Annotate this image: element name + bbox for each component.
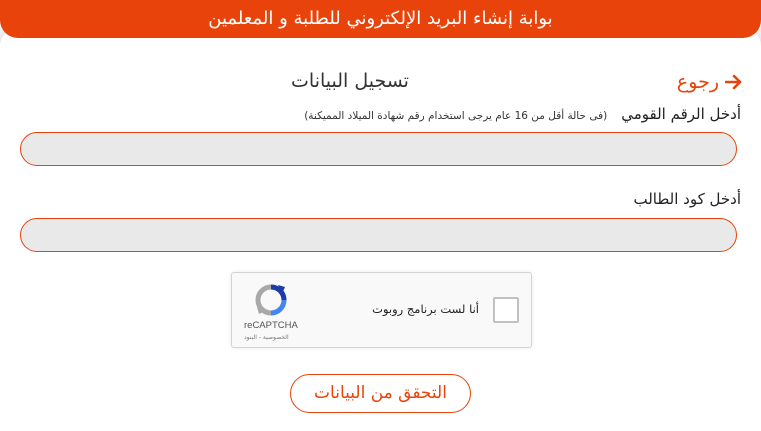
national-id-label: أدخل الرقم القومي (فى حالة أقل من 16 عام… [304,105,741,123]
national-id-label-text: أدخل الرقم القومي [621,105,741,123]
student-code-input[interactable] [20,218,737,252]
recaptcha-logo-icon [254,283,288,321]
recaptcha-brand: reCAPTCHA [244,320,298,331]
national-id-input[interactable] [20,132,737,166]
header-title: بوابة إنشاء البريد الإلكتروني للطلبة و ا… [208,8,553,29]
verify-data-button[interactable]: التحقق من البيانات [290,374,471,413]
header-banner: بوابة إنشاء البريد الإلكتروني للطلبة و ا… [0,0,761,38]
arrow-right-icon [725,74,743,90]
student-code-label: أدخل كود الطالب [634,190,742,208]
form-title: تسجيل البيانات [291,70,409,92]
recaptcha-widget: أنا لست برنامج روبوت reCAPTCHA الخصوصية … [231,272,532,348]
student-code-label-text: أدخل كود الطالب [633,190,742,208]
recaptcha-links[interactable]: الخصوصية - البنود [244,334,289,341]
national-id-hint: (فى حالة أقل من 16 عام يرجى استخدام رقم … [304,110,608,122]
recaptcha-label: أنا لست برنامج روبوت [372,302,479,316]
recaptcha-checkbox[interactable] [493,297,519,323]
